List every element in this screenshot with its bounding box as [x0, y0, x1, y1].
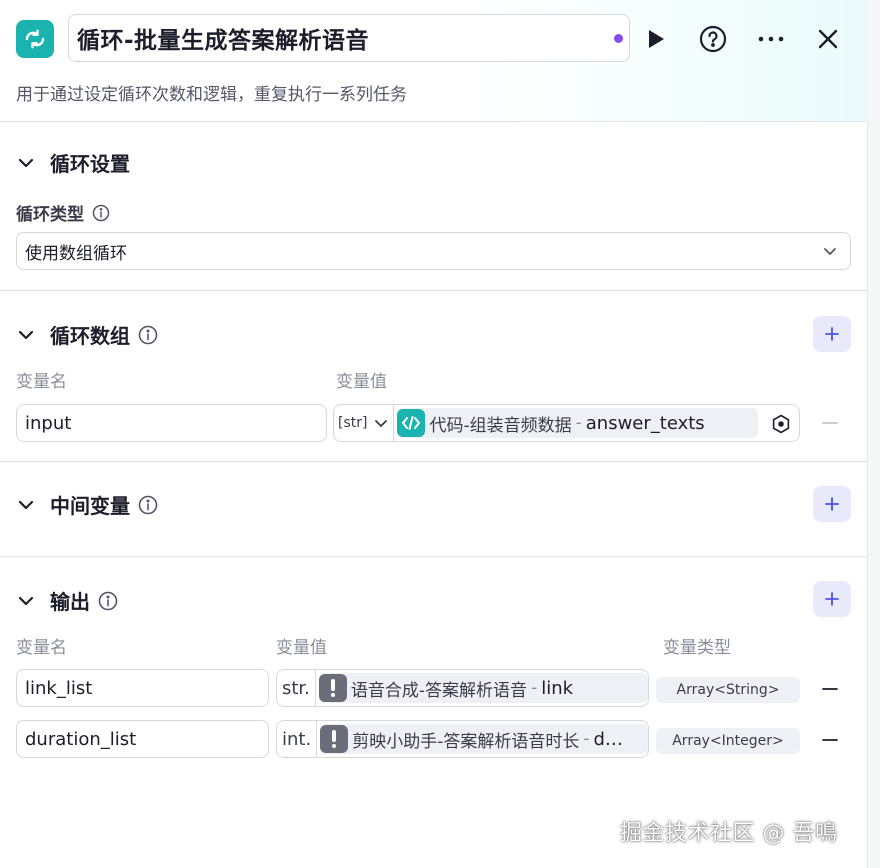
- info-icon[interactable]: [98, 591, 118, 611]
- minus-icon: [822, 422, 838, 424]
- chevron-down-icon: [16, 495, 36, 515]
- type-tag: int.: [277, 721, 318, 757]
- divider: [0, 461, 868, 462]
- reference-settings-icon[interactable]: [771, 414, 791, 438]
- chevron-down-icon: [16, 153, 36, 173]
- more-button[interactable]: [754, 22, 788, 56]
- chevron-down-icon: [16, 325, 36, 345]
- section-intermediate-variables[interactable]: 中间变量: [16, 490, 158, 519]
- node-title: 循环-批量生成答案解析语音: [77, 28, 370, 54]
- output-name: link_list: [25, 677, 93, 699]
- run-button[interactable]: [639, 22, 673, 56]
- remove-row-button[interactable]: [820, 679, 840, 699]
- plus-icon: [825, 327, 839, 341]
- minus-icon: [822, 688, 838, 690]
- help-button[interactable]: [696, 22, 730, 56]
- chevron-down-icon: [375, 420, 388, 428]
- section-loop-settings[interactable]: 循环设置: [16, 148, 130, 177]
- chevron-down-icon: [824, 248, 836, 256]
- minus-icon: [822, 739, 838, 741]
- remove-row-button[interactable]: [820, 730, 840, 750]
- variable-type-badge: Array<Integer>: [656, 728, 800, 754]
- close-icon: [818, 29, 838, 49]
- source-variable: link: [541, 677, 574, 699]
- variable-value-ref[interactable]: [str] 代码-组装音频数据 - answer_texts: [333, 404, 800, 442]
- output-name-input[interactable]: link_list: [16, 669, 269, 707]
- warning-icon: [318, 674, 347, 702]
- source-node-name: 语音合成-答案解析语音: [350, 680, 528, 701]
- output-name-input[interactable]: duration_list: [16, 720, 269, 758]
- reference-chip[interactable]: 剪映小助手-答案解析语音时长 - d…: [320, 724, 648, 754]
- section-title: 循环设置: [50, 152, 130, 176]
- watermark: 掘金技术社区 @ 吾鳴: [620, 821, 838, 846]
- add-output-button[interactable]: [813, 581, 851, 617]
- divider: [0, 290, 868, 291]
- loop-type-select[interactable]: 使用数组循环: [16, 232, 851, 270]
- info-icon[interactable]: [138, 495, 158, 515]
- panel-header: 循环-批量生成答案解析语音 用于通过设定循环次数和逻辑，重复执行一系列任务: [0, 0, 868, 122]
- info-icon[interactable]: [92, 204, 110, 222]
- loop-type-label: 循环类型: [16, 200, 110, 225]
- output-value-ref[interactable]: int. 剪映小助手-答案解析语音时长 - d…: [276, 720, 649, 758]
- source-node-name: 剪映小助手-答案解析语音时长: [352, 731, 580, 752]
- type-tag: str.: [277, 670, 316, 706]
- scrollbar[interactable]: [868, 0, 880, 868]
- plus-icon: [825, 592, 839, 606]
- node-title-input[interactable]: 循环-批量生成答案解析语音: [68, 14, 630, 62]
- unsaved-dot: [614, 34, 623, 43]
- loop-type-label-text: 循环类型: [16, 205, 84, 225]
- type-tag: [str]: [338, 415, 368, 431]
- separator: -: [583, 729, 590, 749]
- column-header-value: 变量值: [336, 372, 387, 392]
- remove-row-button: [820, 413, 840, 433]
- column-header-name: 变量名: [16, 372, 67, 392]
- separator: -: [531, 678, 538, 698]
- play-icon: [649, 30, 664, 48]
- close-button[interactable]: [811, 22, 845, 56]
- loop-icon: [16, 20, 54, 58]
- divider: [0, 556, 868, 557]
- plus-icon: [825, 497, 839, 511]
- source-node-name: 代码-组装音频数据: [429, 415, 572, 436]
- section-title: 中间变量: [50, 494, 130, 518]
- node-description: 用于通过设定循环次数和逻辑，重复执行一系列任务: [16, 85, 407, 105]
- more-icon: [758, 36, 784, 42]
- source-variable: answer_texts: [585, 412, 705, 434]
- section-loop-array[interactable]: 循环数组: [16, 320, 158, 349]
- chevron-down-icon: [16, 591, 36, 611]
- info-icon[interactable]: [138, 325, 158, 345]
- output-name: duration_list: [25, 728, 137, 750]
- reference-chip[interactable]: 语音合成-答案解析语音 - link: [318, 673, 648, 703]
- source-variable: d…: [593, 728, 623, 750]
- reference-chip[interactable]: 代码-组装音频数据 - answer_texts: [397, 408, 759, 438]
- loop-node-panel: 循环-批量生成答案解析语音 用于通过设定循环次数和逻辑，重复执行一系列任务 循环…: [0, 0, 868, 868]
- output-value-ref[interactable]: str. 语音合成-答案解析语音 - link: [276, 669, 649, 707]
- code-icon: [397, 409, 426, 437]
- add-intermediate-variable-button[interactable]: [813, 486, 851, 522]
- warning-icon: [320, 725, 349, 753]
- section-output[interactable]: 输出: [16, 586, 118, 615]
- loop-type-value: 使用数组循环: [25, 243, 127, 264]
- question-icon: [699, 25, 727, 53]
- variable-type-badge: Array<String>: [656, 677, 800, 703]
- variable-name: input: [25, 412, 72, 434]
- type-selector[interactable]: [str]: [334, 405, 395, 441]
- section-title: 循环数组: [50, 324, 130, 348]
- column-header-value: 变量值: [276, 638, 327, 658]
- variable-name-input[interactable]: input: [16, 404, 327, 442]
- separator: -: [575, 413, 582, 433]
- add-loop-array-button[interactable]: [813, 316, 851, 352]
- column-header-type: 变量类型: [663, 638, 731, 658]
- section-title: 输出: [50, 590, 90, 614]
- column-header-name: 变量名: [16, 638, 67, 658]
